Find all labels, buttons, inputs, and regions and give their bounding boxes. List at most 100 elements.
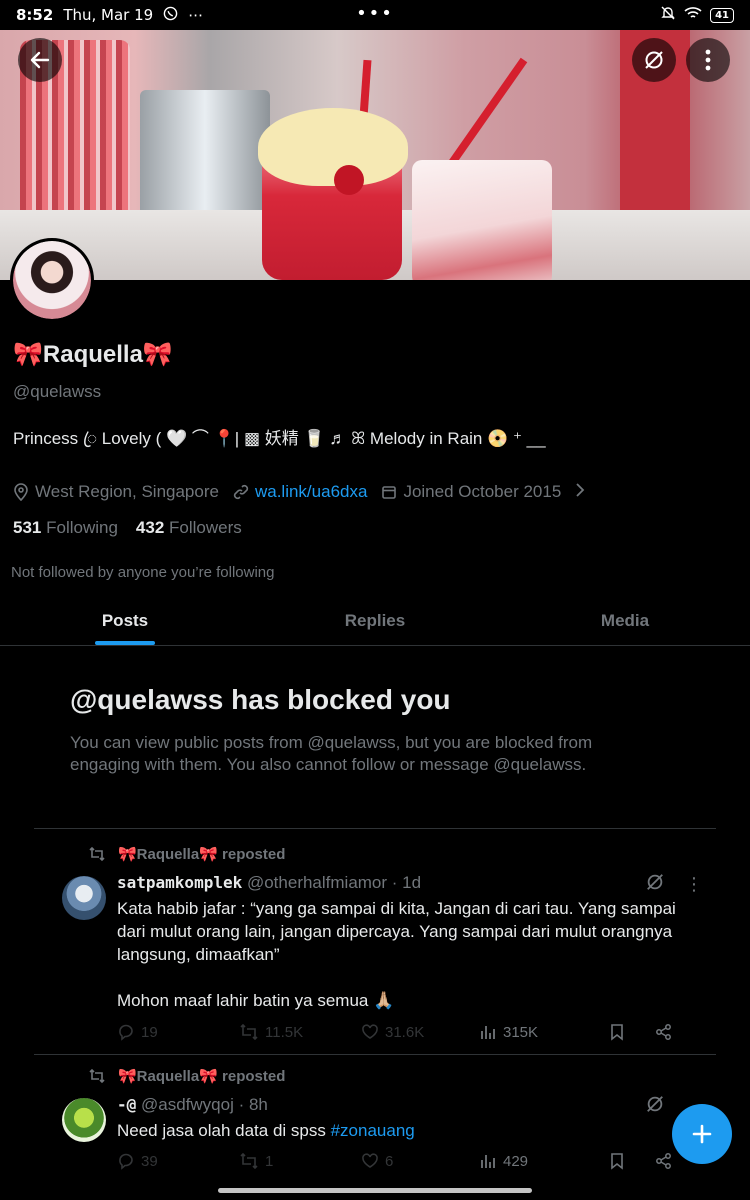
bookmark-button[interactable] xyxy=(609,1152,655,1170)
repost-label[interactable]: 🎀Raquella🎀 reposted xyxy=(118,845,285,863)
repost-icon xyxy=(89,1068,105,1084)
post-author-avatar[interactable] xyxy=(62,876,106,920)
views-count: 429 xyxy=(503,1152,529,1170)
grok-icon xyxy=(645,51,663,69)
analytics-icon xyxy=(481,1155,495,1168)
repost-button[interactable]: 1 xyxy=(239,1152,361,1170)
back-button[interactable] xyxy=(18,38,62,82)
post-time: · 1d xyxy=(391,873,422,892)
repost-icon xyxy=(240,1023,258,1041)
repost-count: 11.5K xyxy=(265,1023,304,1041)
status-date: Thu, Mar 19 xyxy=(63,6,154,24)
blocked-description: You can view public posts from @quelawss… xyxy=(70,733,593,774)
home-indicator[interactable] xyxy=(218,1188,532,1193)
compose-post-button[interactable] xyxy=(672,1104,732,1164)
reply-icon xyxy=(119,1024,133,1041)
reply-button[interactable]: 19 xyxy=(117,1023,239,1041)
banner-cherry xyxy=(334,165,364,195)
tab-media[interactable]: Media xyxy=(500,600,750,645)
chevron-right-icon[interactable] xyxy=(575,482,585,502)
mute-bell-icon xyxy=(660,5,676,25)
location-text: West Region, Singapore xyxy=(35,482,219,501)
like-button[interactable]: 31.6K xyxy=(361,1023,479,1041)
post-header: satpamkomplek @otherhalfmiamor · 1d xyxy=(117,873,421,893)
battery-indicator: 41 xyxy=(710,7,734,23)
status-time: 8:52 xyxy=(16,6,54,24)
views-count: 315K xyxy=(503,1023,539,1041)
share-icon xyxy=(656,1024,671,1040)
repost-indicator: 🎀Raquella🎀 reposted xyxy=(88,845,285,863)
display-name: 🎀Raquella🎀 xyxy=(13,341,173,368)
divider xyxy=(34,1054,716,1055)
vertical-dots-icon xyxy=(705,49,711,71)
grok-icon[interactable] xyxy=(645,1094,669,1118)
like-button[interactable]: 6 xyxy=(361,1152,479,1170)
grok-button[interactable] xyxy=(632,38,676,82)
repost-button[interactable]: 11.5K xyxy=(239,1023,361,1041)
repost-label[interactable]: 🎀Raquella🎀 reposted xyxy=(118,1067,285,1085)
following-count: 531 xyxy=(13,518,42,537)
post-more-icon[interactable]: ⋮ xyxy=(684,874,704,898)
location-pin-icon xyxy=(14,483,28,501)
reply-button[interactable]: 39 xyxy=(117,1152,239,1170)
arrow-left-icon xyxy=(30,51,50,69)
reply-count: 39 xyxy=(141,1152,158,1170)
followers-label: Followers xyxy=(169,518,242,537)
more-options-button[interactable] xyxy=(686,38,730,82)
profile-tabs: Posts Replies Media xyxy=(0,600,750,646)
share-button[interactable] xyxy=(655,1023,673,1041)
post-header: -@ @asdfwyqoj · 8h xyxy=(117,1095,268,1115)
profile-meta: West Region, Singapore wa.link/ua6dxa Jo… xyxy=(13,482,585,502)
post-text: Need jasa olah data di spss #zonauang xyxy=(117,1119,707,1142)
reply-icon xyxy=(119,1153,133,1170)
share-button[interactable] xyxy=(655,1152,673,1170)
bookmark-button[interactable] xyxy=(609,1023,655,1041)
post-author-handle[interactable]: @asdfwyqoj xyxy=(141,1095,234,1114)
not-followed-notice: Not followed by anyone you’re following xyxy=(11,564,275,581)
post-text-secondary: Mohon maaf lahir batin ya semua 🙏🏼 xyxy=(117,991,395,1010)
banner-ice-cream xyxy=(258,108,408,186)
wifi-icon xyxy=(684,6,702,24)
repost-count: 1 xyxy=(265,1152,274,1170)
grok-icon[interactable] xyxy=(645,872,669,896)
repost-indicator: 🎀Raquella🎀 reposted xyxy=(88,1067,285,1085)
tab-replies[interactable]: Replies xyxy=(250,600,500,645)
profile-handle: @quelawss xyxy=(13,382,102,401)
hashtag-link[interactable]: #zonauang xyxy=(331,1121,415,1140)
bookmark-icon xyxy=(611,1153,623,1170)
joined-item: Joined October 2015 xyxy=(381,482,561,502)
profile-bio: Princess ꦿ Lovely ( 🤍 ⌒ 📍| ▩ 妖精 🥛 ♬ ꕤ Me… xyxy=(13,429,546,448)
followers-link[interactable]: 432 Followers xyxy=(136,518,242,538)
tab-posts[interactable]: Posts xyxy=(0,600,250,645)
post-author-handle[interactable]: @otherhalfmiamor xyxy=(247,873,387,892)
bookmark-icon xyxy=(611,1024,623,1041)
post-author-name[interactable]: satpamkomplek xyxy=(117,873,242,892)
blocked-title: @quelawss has blocked you xyxy=(70,684,451,715)
post-text: Kata habib jafar : “yang ga sampai di ki… xyxy=(117,899,676,964)
divider xyxy=(34,828,716,829)
joined-text: Joined October 2015 xyxy=(403,482,562,501)
like-count: 31.6K xyxy=(385,1023,425,1041)
profile-avatar[interactable] xyxy=(10,238,94,322)
share-icon xyxy=(656,1153,671,1169)
website-link[interactable]: wa.link/ua6dxa xyxy=(255,482,367,502)
plus-icon xyxy=(692,1124,712,1144)
repost-icon xyxy=(240,1152,258,1170)
banner-straw xyxy=(446,57,528,169)
followers-count: 432 xyxy=(135,518,165,537)
analytics-icon xyxy=(481,1026,495,1039)
avatar-image xyxy=(13,241,91,319)
post-time: · 8h xyxy=(238,1095,268,1114)
follow-stats: 531 Following 432 Followers xyxy=(13,518,242,538)
views-button[interactable]: 429 xyxy=(479,1152,609,1170)
views-button[interactable]: 315K xyxy=(479,1023,609,1041)
location-item: West Region, Singapore xyxy=(13,482,219,502)
post-author-name[interactable]: -@ xyxy=(117,1095,136,1114)
following-link[interactable]: 531 Following xyxy=(13,518,118,538)
reply-count: 19 xyxy=(141,1023,158,1041)
post-author-avatar[interactable] xyxy=(62,1098,106,1142)
website-item[interactable]: wa.link/ua6dxa xyxy=(233,482,367,502)
heart-icon xyxy=(362,1024,378,1039)
whatsapp-icon xyxy=(163,6,178,25)
more-notifications-icon: ⋯ xyxy=(188,6,204,24)
